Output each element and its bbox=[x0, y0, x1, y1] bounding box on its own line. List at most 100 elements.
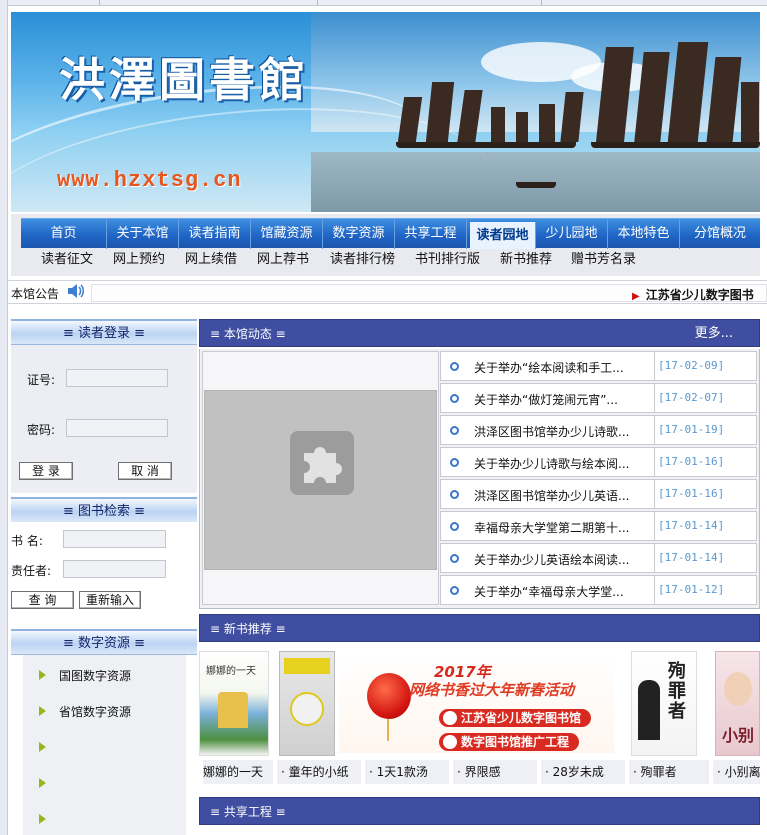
promo-pill: 数字图书馆推广工程 bbox=[439, 733, 580, 751]
cancel-button[interactable]: 取 消 bbox=[118, 462, 172, 480]
circle-bullet-icon bbox=[450, 394, 459, 403]
sail-shape bbox=[741, 82, 759, 142]
nav-branches[interactable]: 分馆概况 bbox=[680, 219, 760, 249]
book-cover-title: 小别 bbox=[722, 726, 755, 745]
nav-digital-resources[interactable]: 数字资源 bbox=[323, 219, 395, 249]
news-row[interactable]: 幸福母亲大学堂第二期第十... [17-01-14] bbox=[440, 511, 757, 541]
book-cover-figure bbox=[638, 680, 660, 740]
new-books-panel: 娜娜的一天 2017年 网络书香过大年新春活动 江苏省少儿数字图书馆 数字图书馆… bbox=[199, 643, 760, 793]
nav-children[interactable]: 少儿园地 bbox=[536, 219, 608, 249]
book-caption[interactable]: · 童年的小纸 bbox=[277, 760, 361, 784]
book-caption[interactable]: · 1天1款汤 bbox=[365, 760, 449, 784]
news-title[interactable]: 关于举办少儿英语绘本阅读... bbox=[474, 551, 650, 568]
announcement-bar: 本馆公告 ▶ 江苏省少儿数字图书 bbox=[8, 280, 767, 304]
book-caption[interactable]: · 小别离 bbox=[713, 760, 760, 784]
nav-home[interactable]: 首页 bbox=[21, 219, 107, 249]
card-number-label: 证号: bbox=[27, 373, 56, 387]
news-title[interactable]: 关于举办“做灯笼闹元宵”... bbox=[474, 391, 650, 408]
query-button[interactable]: 查 询 bbox=[11, 591, 74, 609]
left-frame-edge bbox=[0, 0, 8, 835]
news-title[interactable]: 关于举办“幸福母亲大学堂... bbox=[474, 583, 650, 600]
promo-headline: 网络书香过大年新春活动 bbox=[409, 681, 575, 699]
news-image-placeholder[interactable] bbox=[204, 390, 437, 570]
promo-pill-text: 数字图书馆推广工程 bbox=[461, 735, 570, 749]
circle-bullet-icon bbox=[450, 490, 459, 499]
library-name: 洪澤圖書館 bbox=[59, 53, 309, 107]
book-cover[interactable]: 娜娜的一天 bbox=[199, 651, 269, 756]
book-cover[interactable]: 殉罪者 bbox=[631, 651, 697, 756]
news-more-link[interactable]: 更多... bbox=[695, 320, 733, 348]
card-number-input[interactable] bbox=[66, 369, 168, 387]
sail-shape bbox=[516, 112, 528, 142]
reset-button[interactable]: 重新输入 bbox=[79, 591, 141, 609]
news-date: [17-02-09] bbox=[654, 352, 756, 380]
circle-bullet-icon bbox=[450, 458, 459, 467]
book-caption[interactable]: · 殉罪者 bbox=[629, 760, 709, 784]
subnav-reader-ranking[interactable]: 读者排行榜 bbox=[330, 248, 395, 272]
bullet-dot-icon bbox=[443, 711, 457, 725]
book-cover-face bbox=[724, 672, 752, 706]
subnav-recommend[interactable]: 网上荐书 bbox=[257, 248, 309, 272]
digital-item-provincial[interactable]: 省馆数字资源 bbox=[59, 703, 131, 720]
news-row[interactable]: 关于举办“做灯笼闹元宵”... [17-02-07] bbox=[440, 383, 757, 413]
circle-bullet-icon bbox=[450, 522, 459, 531]
news-row[interactable]: 关于举办“幸福母亲大学堂... [17-01-12] bbox=[440, 575, 757, 605]
news-date: [17-01-12] bbox=[654, 576, 756, 604]
nav-about[interactable]: 关于本馆 bbox=[107, 219, 179, 249]
book-cover[interactable] bbox=[279, 651, 335, 756]
subnav-new-books[interactable]: 新书推荐 bbox=[500, 248, 552, 272]
speaker-icon bbox=[68, 284, 84, 298]
author-label: 责任者: bbox=[11, 564, 52, 578]
nav-sharing-project[interactable]: 共享工程 bbox=[395, 219, 467, 249]
book-caption[interactable]: · 界限感 bbox=[453, 760, 537, 784]
nav-local-features[interactable]: 本地特色 bbox=[608, 219, 680, 249]
news-date: [17-01-14] bbox=[654, 544, 756, 572]
nav-reader-guide[interactable]: 读者指南 bbox=[179, 219, 251, 249]
news-row[interactable]: 关于举办少儿英语绘本阅读... [17-01-14] bbox=[440, 543, 757, 573]
author-input[interactable] bbox=[63, 560, 166, 578]
shared-project-header: ≡ 共享工程 ≡ bbox=[199, 797, 760, 825]
nav-collection[interactable]: 馆藏资源 bbox=[251, 219, 323, 249]
house-shape bbox=[218, 692, 248, 728]
new-year-promo-banner[interactable]: 2017年 网络书香过大年新春活动 江苏省少儿数字图书馆 数字图书馆推广工程 bbox=[339, 653, 614, 753]
password-input[interactable] bbox=[66, 419, 168, 437]
library-news-title: ≡ 本馆动态 ≡ bbox=[210, 327, 286, 341]
subnav-donors[interactable]: 赠书芳名录 bbox=[571, 248, 636, 272]
digital-item-national[interactable]: 国图数字资源 bbox=[59, 667, 131, 684]
news-row[interactable]: 关于举办“绘本阅读和手工... [17-02-09] bbox=[440, 351, 757, 381]
news-title[interactable]: 关于举办少儿诗歌与绘本阅... bbox=[474, 455, 650, 472]
nav-reader-garden[interactable]: 读者园地 bbox=[470, 222, 536, 249]
site-url: www.hzxtsg.cn bbox=[57, 168, 242, 193]
announcement-ticker[interactable]: ▶ 江苏省少儿数字图书 bbox=[91, 284, 767, 302]
triangle-bullet-icon bbox=[39, 742, 46, 752]
subnav-essays[interactable]: 读者征文 bbox=[41, 248, 93, 272]
book-cover-title: 娜娜的一天 bbox=[206, 666, 256, 677]
book-caption[interactable]: 娜娜的一天 bbox=[203, 760, 273, 784]
news-title[interactable]: 幸福母亲大学堂第二期第十... bbox=[474, 519, 650, 536]
login-button[interactable]: 登 录 bbox=[19, 462, 73, 480]
news-row[interactable]: 洪泽区图书馆举办少儿诗歌... [17-01-19] bbox=[440, 415, 757, 445]
news-date: [17-01-16] bbox=[654, 448, 756, 476]
news-title[interactable]: 洪泽区图书馆举办少儿诗歌... bbox=[474, 423, 650, 440]
book-title-input[interactable] bbox=[63, 530, 166, 548]
subnav-renew[interactable]: 网上续借 bbox=[185, 248, 237, 272]
book-caption[interactable]: · 28岁未成 bbox=[541, 760, 625, 784]
news-title[interactable]: 洪泽区图书馆举办少儿英语... bbox=[474, 487, 650, 504]
boat-hull bbox=[516, 182, 556, 188]
subnav-book-ranking[interactable]: 书刊排行版 bbox=[415, 248, 480, 272]
announcement-text[interactable]: ▶ 江苏省少儿数字图书 bbox=[632, 286, 754, 302]
news-row[interactable]: 关于举办少儿诗歌与绘本阅... [17-01-16] bbox=[440, 447, 757, 477]
lantern-tassel bbox=[387, 719, 389, 741]
subnav-reservation[interactable]: 网上预约 bbox=[113, 248, 165, 272]
new-books-header: ≡ 新书推荐 ≡ bbox=[199, 614, 760, 642]
news-title[interactable]: 关于举办“绘本阅读和手工... bbox=[474, 359, 650, 376]
boat-hull bbox=[591, 142, 760, 148]
digital-resources-panel: 国图数字资源 省馆数字资源 bbox=[11, 655, 197, 835]
circle-bullet-icon bbox=[450, 426, 459, 435]
arrow-right-icon: ▶ bbox=[632, 291, 640, 302]
book-search-panel: 书 名: 责任者: 查 询 重新输入 bbox=[11, 522, 197, 618]
news-row[interactable]: 洪泽区图书馆举办少儿英语... [17-01-16] bbox=[440, 479, 757, 509]
book-cover[interactable]: 小别 bbox=[715, 651, 760, 756]
triangle-bullet-icon bbox=[39, 814, 46, 824]
triangle-bullet-icon bbox=[39, 778, 46, 788]
